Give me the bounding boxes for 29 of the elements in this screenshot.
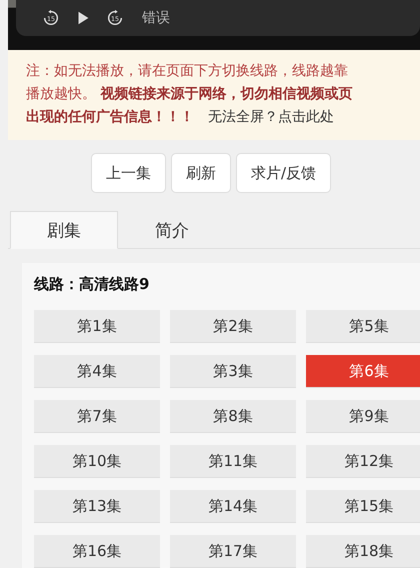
episode-button[interactable]: 第6集: [306, 355, 420, 388]
notice-text: 注：如无法播放，请在页面下方切换线路，线路越靠: [26, 62, 349, 81]
action-button[interactable]: 刷新: [170, 153, 231, 193]
fullscreen-link[interactable]: 无法全屏？点击此处: [208, 109, 334, 125]
episode-button[interactable]: 第17集: [170, 535, 296, 568]
episode-button[interactable]: 第1集: [34, 310, 160, 343]
tab[interactable]: 简介: [118, 211, 226, 249]
player-status: 错误: [142, 9, 170, 27]
action-button[interactable]: 上一集: [90, 153, 166, 193]
episode-button[interactable]: 第18集: [306, 535, 420, 568]
episode-button[interactable]: 第11集: [170, 445, 296, 478]
notice-text: 出现的任何广告信息！！！ 无法全屏？点击此处: [26, 108, 335, 127]
episode-button[interactable]: 第8集: [170, 400, 296, 433]
tab[interactable]: 剧集: [10, 211, 118, 249]
episode-button[interactable]: 第15集: [306, 490, 420, 523]
action-button[interactable]: 求片/反馈: [236, 153, 332, 193]
episode-button[interactable]: 第2集: [170, 310, 296, 343]
episode-button[interactable]: 第4集: [34, 355, 160, 388]
episode-button[interactable]: 第9集: [306, 400, 420, 433]
route-label: 线路：高清线路9: [34, 275, 150, 294]
episode-button[interactable]: 第12集: [306, 445, 420, 478]
episode-button[interactable]: 第7集: [34, 400, 160, 433]
episode-button[interactable]: 第16集: [34, 535, 160, 568]
episode-button[interactable]: 第3集: [170, 355, 296, 388]
episode-button[interactable]: 第10集: [34, 445, 160, 478]
notice-text: 播放越快。 视频链接来源于网络，切勿相信视频或页: [26, 85, 354, 104]
episode-button[interactable]: 第5集: [306, 310, 420, 343]
episode-button[interactable]: 第14集: [170, 490, 296, 523]
episode-button[interactable]: 第13集: [34, 490, 160, 523]
